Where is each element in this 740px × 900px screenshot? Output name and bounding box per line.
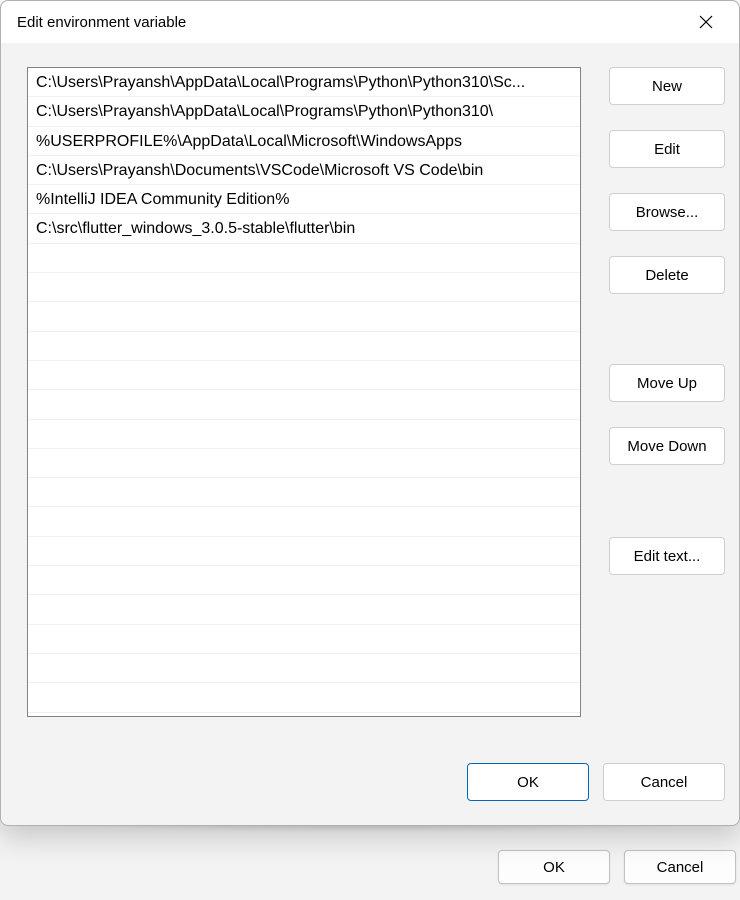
path-list-item[interactable]: C:\Users\Prayansh\AppData\Local\Programs… [28,68,580,97]
new-button[interactable]: New [609,67,725,105]
ok-button[interactable]: OK [467,763,589,801]
path-list-item[interactable]: %USERPROFILE%\AppData\Local\Microsoft\Wi… [28,127,580,156]
close-button[interactable] [683,6,729,38]
edit-button[interactable]: Edit [609,130,725,168]
path-list-item[interactable] [28,507,580,536]
path-list-item[interactable]: C:\Users\Prayansh\AppData\Local\Programs… [28,97,580,126]
path-list-item[interactable]: %IntelliJ IDEA Community Edition% [28,185,580,214]
path-list-item[interactable] [28,244,580,273]
path-list-item[interactable] [28,566,580,595]
dialog-content: C:\Users\Prayansh\AppData\Local\Programs… [1,43,739,743]
path-list-item[interactable] [28,595,580,624]
delete-button[interactable]: Delete [609,256,725,294]
edit-text-button[interactable]: Edit text... [609,537,725,575]
path-list-item[interactable] [28,449,580,478]
path-list-item[interactable] [28,420,580,449]
path-list-item[interactable] [28,302,580,331]
path-list-item[interactable] [28,625,580,654]
titlebar: Edit environment variable [1,1,739,43]
close-icon [699,15,713,29]
parent-cancel-button[interactable]: Cancel [624,850,736,884]
path-list-item[interactable] [28,683,580,712]
path-list[interactable]: C:\Users\Prayansh\AppData\Local\Programs… [27,67,581,717]
side-button-panel: New Edit Browse... Delete Move Up Move D… [609,67,725,743]
path-list-item[interactable] [28,654,580,683]
path-list-item[interactable] [28,390,580,419]
move-up-button[interactable]: Move Up [609,364,725,402]
path-list-item[interactable] [28,332,580,361]
dialog-title: Edit environment variable [17,14,683,31]
path-list-item[interactable]: C:\src\flutter_windows_3.0.5-stable\flut… [28,214,580,243]
path-list-item[interactable]: C:\Users\Prayansh\Documents\VSCode\Micro… [28,156,580,185]
path-list-item[interactable] [28,361,580,390]
path-list-item[interactable] [28,537,580,566]
parent-ok-button[interactable]: OK [498,850,610,884]
browse-button[interactable]: Browse... [609,193,725,231]
path-list-item[interactable] [28,478,580,507]
dialog-footer: OK Cancel [1,743,739,825]
cancel-button[interactable]: Cancel [603,763,725,801]
edit-env-variable-dialog: Edit environment variable C:\Users\Praya… [0,0,740,826]
move-down-button[interactable]: Move Down [609,427,725,465]
path-list-item[interactable] [28,273,580,302]
